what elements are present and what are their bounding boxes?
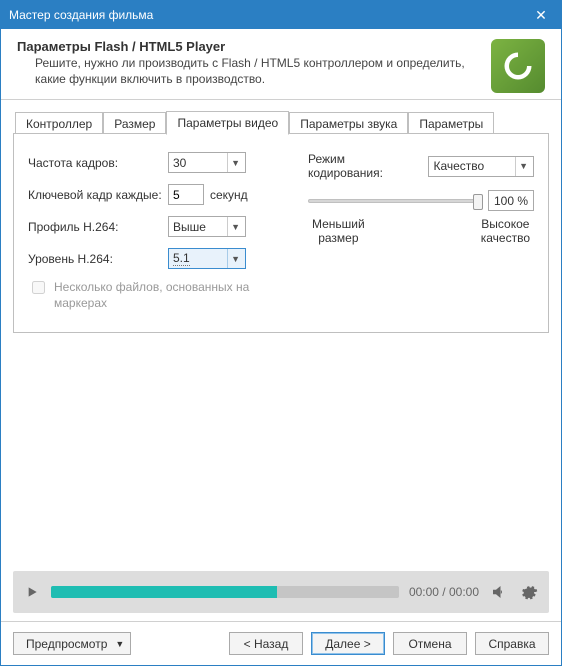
timecode: 00:00 / 00:00 — [409, 585, 479, 599]
preview-button[interactable]: Предпросмотр ▼ — [13, 632, 131, 655]
chevron-down-icon: ▼ — [107, 639, 126, 649]
encoding-mode-value: Качество — [433, 159, 484, 173]
page-title: Параметры Flash / HTML5 Player — [17, 39, 481, 54]
close-icon: ✕ — [535, 7, 547, 24]
page-description: Решите, нужно ли производить с Flash / H… — [17, 56, 481, 87]
tab-video-params[interactable]: Параметры видео — [166, 111, 289, 135]
level-combo[interactable]: 5.1 ▼ — [168, 248, 246, 269]
slider-max-label-2: качество — [481, 231, 530, 245]
multi-files-label: Несколько файлов, основанных на маркерах — [54, 280, 288, 311]
keyframe-unit: секунд — [210, 188, 248, 202]
help-button[interactable]: Справка — [475, 632, 549, 655]
camtasia-icon — [500, 48, 536, 84]
profile-label: Профиль H.264: — [28, 220, 168, 234]
chevron-down-icon: ▼ — [227, 153, 243, 172]
wizard-footer: Предпросмотр ▼ < Назад Далее > Отмена Сп… — [1, 621, 561, 665]
app-logo — [491, 39, 545, 93]
keyframe-label: Ключевой кадр каждые: — [28, 188, 168, 202]
volume-icon — [490, 583, 508, 601]
chevron-down-icon: ▼ — [227, 217, 243, 236]
tab-params[interactable]: Параметры — [408, 112, 494, 135]
slider-min-label-2: размер — [318, 231, 358, 245]
profile-value: Выше — [173, 220, 206, 234]
framerate-value: 30 — [173, 156, 186, 170]
encoding-mode-label: Режим кодирования: — [308, 152, 420, 180]
wizard-window: Мастер создания фильма ✕ Параметры Flash… — [0, 0, 562, 666]
level-label: Уровень H.264: — [28, 252, 168, 266]
tab-size[interactable]: Размер — [103, 112, 166, 135]
keyframe-input[interactable] — [168, 184, 204, 205]
progress-bar[interactable] — [51, 586, 399, 598]
quality-slider[interactable] — [308, 199, 482, 203]
slider-min-label-1: Меньший — [312, 217, 365, 231]
chevron-down-icon: ▼ — [515, 157, 531, 176]
encoding-mode-combo[interactable]: Качество ▼ — [428, 156, 534, 177]
cancel-button[interactable]: Отмена — [393, 632, 467, 655]
next-button[interactable]: Далее > — [311, 632, 385, 655]
slider-labels: Меньший размер Высокое качество — [308, 217, 534, 246]
window-title: Мастер создания фильма — [9, 8, 521, 22]
tab-audio-params[interactable]: Параметры звука — [289, 112, 408, 135]
back-button[interactable]: < Назад — [229, 632, 303, 655]
gear-icon — [520, 583, 538, 601]
play-button[interactable] — [23, 583, 41, 601]
preview-player: 00:00 / 00:00 — [13, 571, 549, 613]
titlebar: Мастер создания фильма ✕ — [1, 1, 561, 29]
quality-percent: 100 % — [488, 190, 534, 211]
framerate-combo[interactable]: 30 ▼ — [168, 152, 246, 173]
volume-button[interactable] — [489, 582, 509, 602]
preview-label: Предпросмотр — [26, 637, 107, 651]
level-value: 5.1 — [173, 251, 190, 266]
tab-panel-video: Частота кадров: 30 ▼ Ключевой кадр кажды… — [13, 133, 549, 333]
close-button[interactable]: ✕ — [521, 1, 561, 29]
page-header: Параметры Flash / HTML5 Player Решите, н… — [1, 29, 561, 99]
framerate-label: Частота кадров: — [28, 156, 168, 170]
content-area: Контроллер Размер Параметры видео Параме… — [1, 100, 561, 621]
play-icon — [24, 584, 40, 600]
progress-fill — [51, 586, 277, 598]
profile-combo[interactable]: Выше ▼ — [168, 216, 246, 237]
slider-thumb[interactable] — [473, 194, 483, 210]
multi-files-checkbox — [32, 281, 45, 294]
slider-max-label-1: Высокое — [481, 217, 529, 231]
chevron-down-icon: ▼ — [227, 249, 243, 268]
settings-button[interactable] — [519, 582, 539, 602]
tabstrip: Контроллер Размер Параметры видео Параме… — [13, 110, 549, 134]
tab-controller[interactable]: Контроллер — [15, 112, 103, 135]
